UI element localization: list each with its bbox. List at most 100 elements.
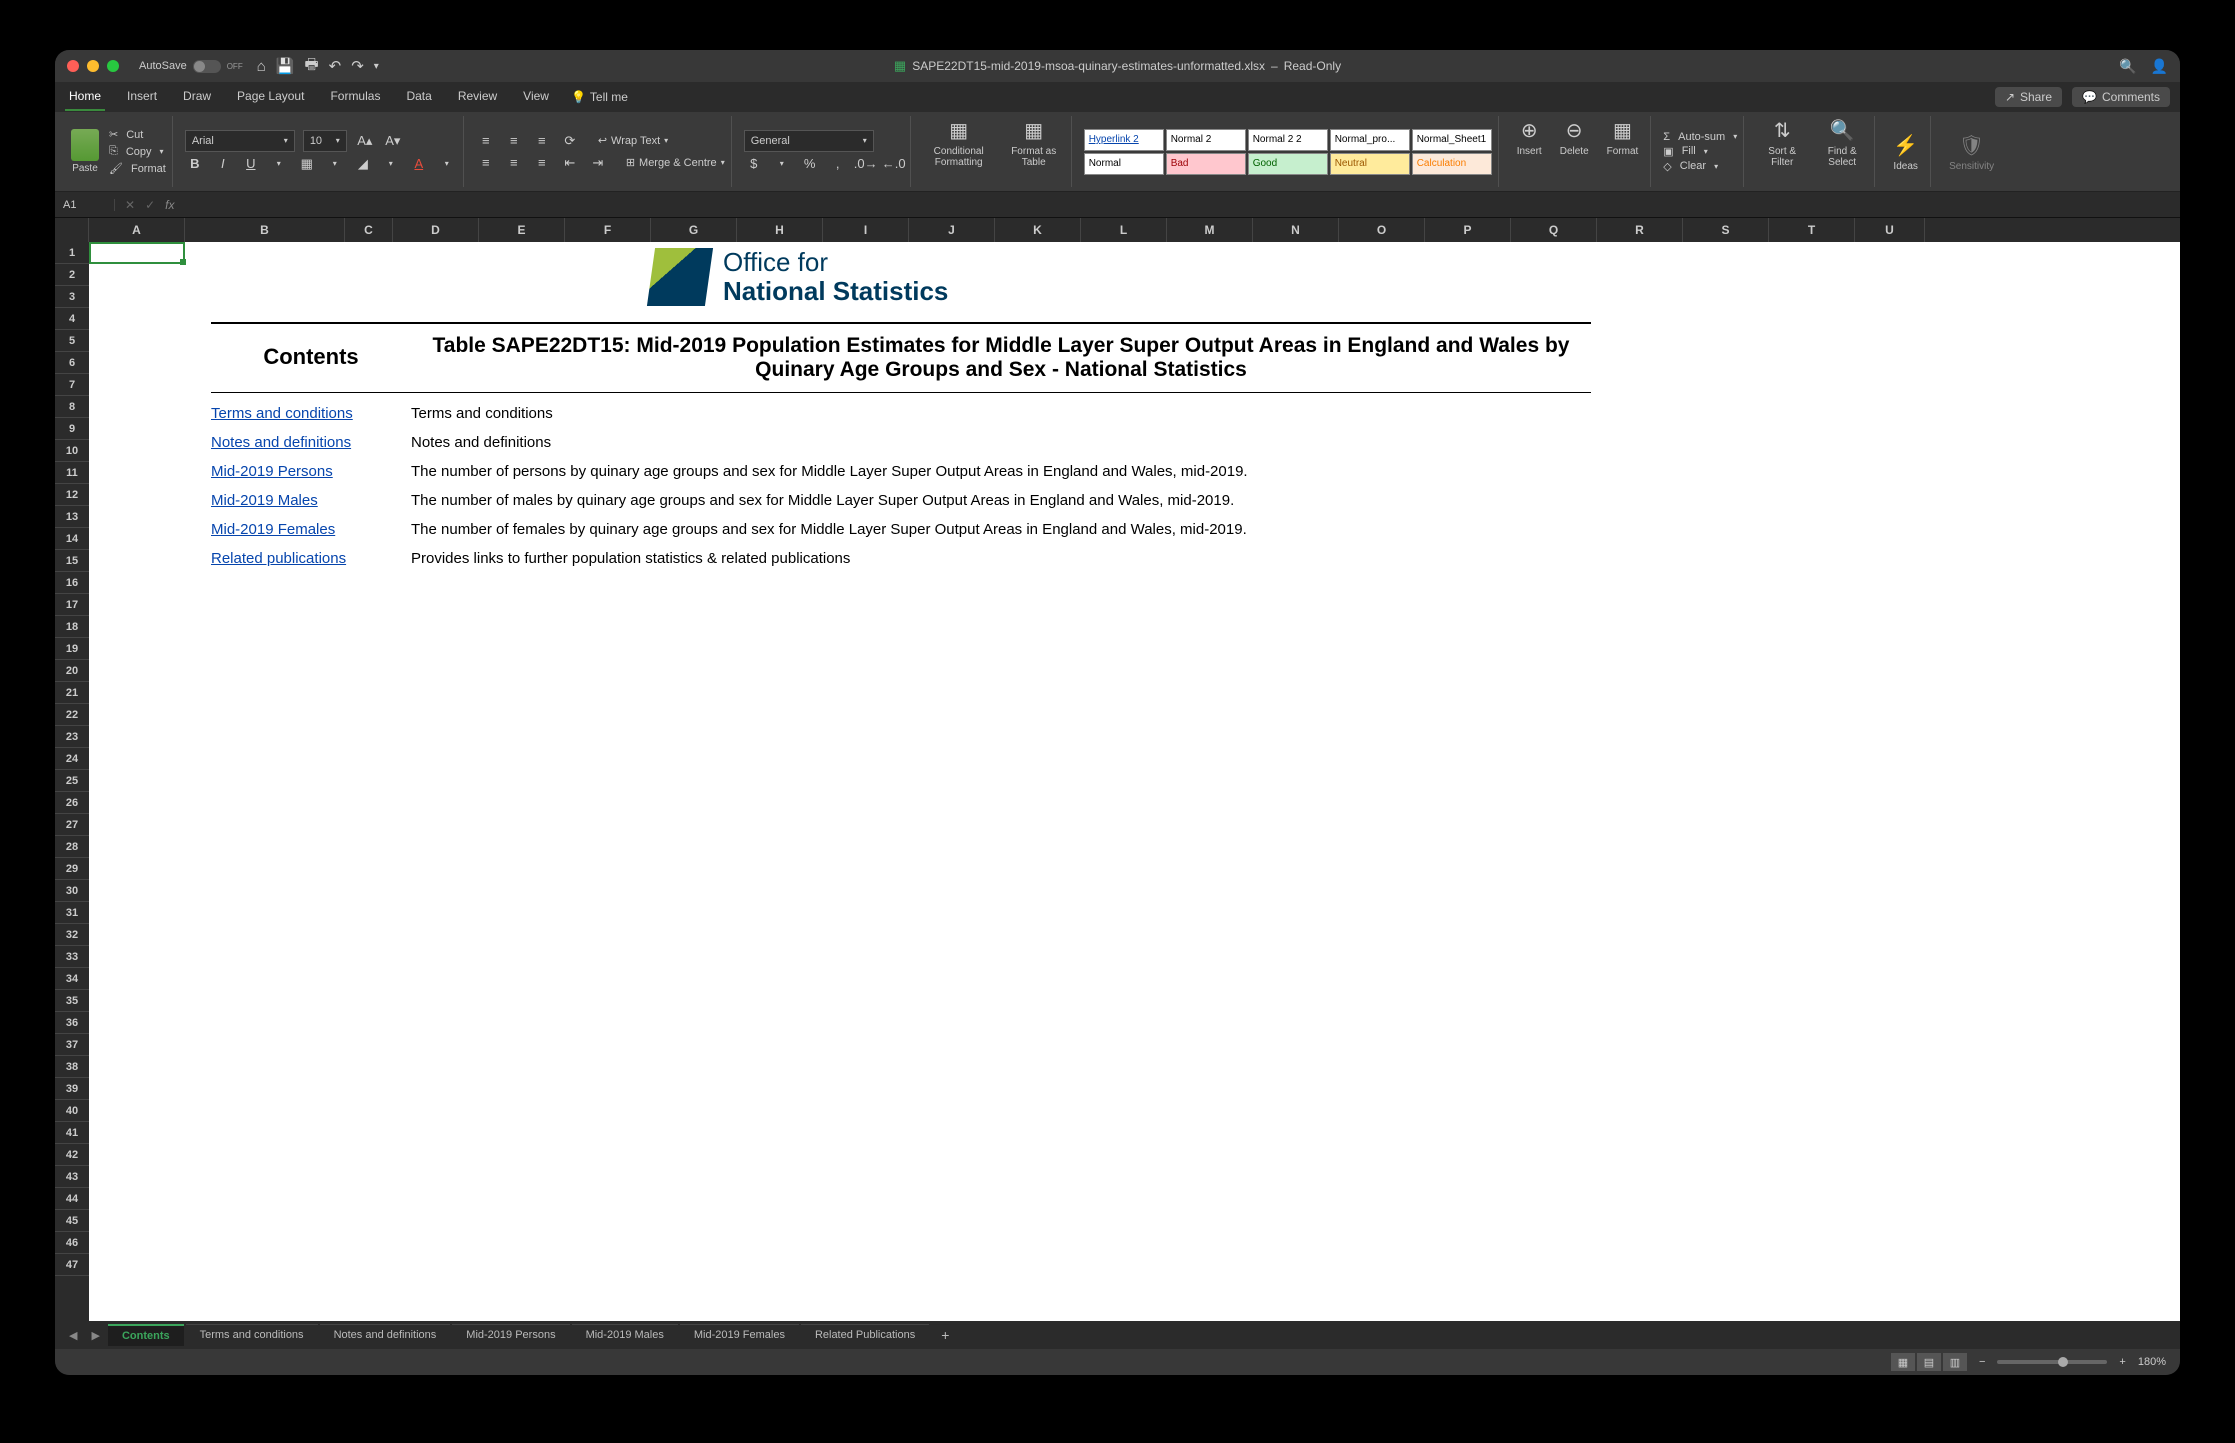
contents-link-mid-2019-persons[interactable]: Mid-2019 Persons xyxy=(211,463,333,480)
row-header-1[interactable]: 1 xyxy=(55,242,89,264)
row-header-44[interactable]: 44 xyxy=(55,1188,89,1210)
row-header-2[interactable]: 2 xyxy=(55,264,89,286)
cell-style-calculation[interactable]: Calculation xyxy=(1412,153,1492,175)
worksheet-grid[interactable]: 1234567891011121314151617181920212223242… xyxy=(55,242,2180,1321)
bold-button[interactable]: B xyxy=(185,154,205,174)
align-center-button[interactable]: ≡ xyxy=(504,153,524,173)
insert-cells-button[interactable]: ⊕Insert xyxy=(1511,116,1548,187)
page-break-view-button[interactable]: ▥ xyxy=(1943,1353,1967,1371)
row-header-41[interactable]: 41 xyxy=(55,1122,89,1144)
cell-style-normal-2[interactable]: Normal 2 xyxy=(1166,129,1246,151)
comma-button[interactable]: , xyxy=(828,154,848,174)
contents-link-mid-2019-females[interactable]: Mid-2019 Females xyxy=(211,521,335,538)
autosave-toggle[interactable]: AutoSave OFF xyxy=(139,60,243,73)
zoom-slider[interactable] xyxy=(1997,1360,2107,1364)
row-header-45[interactable]: 45 xyxy=(55,1210,89,1232)
row-header-17[interactable]: 17 xyxy=(55,594,89,616)
decrease-indent-button[interactable]: ⇤ xyxy=(560,153,580,173)
zoom-out-button[interactable]: − xyxy=(1979,1356,1985,1368)
cell-style-neutral[interactable]: Neutral xyxy=(1330,153,1410,175)
decrease-font-button[interactable]: A▾ xyxy=(383,131,403,151)
column-header-S[interactable]: S xyxy=(1683,218,1769,242)
ribbon-tab-formulas[interactable]: Formulas xyxy=(326,83,384,111)
column-header-I[interactable]: I xyxy=(823,218,909,242)
zoom-level[interactable]: 180% xyxy=(2138,1356,2166,1368)
copy-button[interactable]: ⎘Copy▾ xyxy=(109,145,166,158)
row-header-15[interactable]: 15 xyxy=(55,550,89,572)
row-header-26[interactable]: 26 xyxy=(55,792,89,814)
format-cells-button[interactable]: ▦Format xyxy=(1601,116,1645,187)
row-header-12[interactable]: 12 xyxy=(55,484,89,506)
row-header-28[interactable]: 28 xyxy=(55,836,89,858)
percent-button[interactable]: % xyxy=(800,154,820,174)
cancel-formula-icon[interactable]: ✕ xyxy=(125,198,135,212)
add-sheet-button[interactable]: + xyxy=(931,1327,959,1343)
row-header-25[interactable]: 25 xyxy=(55,770,89,792)
column-header-R[interactable]: R xyxy=(1597,218,1683,242)
column-header-J[interactable]: J xyxy=(909,218,995,242)
row-header-36[interactable]: 36 xyxy=(55,1012,89,1034)
row-header-35[interactable]: 35 xyxy=(55,990,89,1012)
row-header-19[interactable]: 19 xyxy=(55,638,89,660)
row-header-46[interactable]: 46 xyxy=(55,1232,89,1254)
sheet-tab-mid-2019-males[interactable]: Mid-2019 Males xyxy=(572,1324,678,1346)
sheet-tab-notes-and-definitions[interactable]: Notes and definitions xyxy=(320,1324,451,1346)
align-top-button[interactable]: ≡ xyxy=(476,131,496,151)
autosum-button[interactable]: ΣAuto-sum▾ xyxy=(1663,131,1737,143)
sheet-nav-next-button[interactable]: ▶ xyxy=(85,1329,105,1342)
ideas-button[interactable]: ⚡Ideas xyxy=(1887,131,1924,172)
paste-button[interactable]: Paste xyxy=(67,125,103,178)
undo-icon[interactable]: ↶ xyxy=(329,57,342,75)
ribbon-tab-insert[interactable]: Insert xyxy=(123,83,161,111)
row-header-18[interactable]: 18 xyxy=(55,616,89,638)
row-header-42[interactable]: 42 xyxy=(55,1144,89,1166)
save-icon[interactable]: 💾 xyxy=(276,57,295,75)
column-header-G[interactable]: G xyxy=(651,218,737,242)
user-account-icon[interactable]: 👤 xyxy=(2151,58,2168,75)
column-header-T[interactable]: T xyxy=(1769,218,1855,242)
chevron-down-icon[interactable]: ▾ xyxy=(437,154,457,174)
share-button[interactable]: ↗ Share xyxy=(1995,87,2062,107)
column-header-A[interactable]: A xyxy=(89,218,185,242)
row-header-47[interactable]: 47 xyxy=(55,1254,89,1276)
print-icon[interactable]: 🖶 xyxy=(304,54,318,79)
contents-link-mid-2019-males[interactable]: Mid-2019 Males xyxy=(211,492,318,509)
sheet-nav-prev-button[interactable]: ◀ xyxy=(63,1329,83,1342)
row-header-20[interactable]: 20 xyxy=(55,660,89,682)
tell-me-button[interactable]: 💡 Tell me xyxy=(571,90,628,104)
normal-view-button[interactable]: ▦ xyxy=(1891,1353,1915,1371)
wrap-text-button[interactable]: ↩Wrap Text▾ xyxy=(598,134,668,147)
cell-style-normal-pro-[interactable]: Normal_pro... xyxy=(1330,129,1410,151)
row-header-39[interactable]: 39 xyxy=(55,1078,89,1100)
decrease-decimal-button[interactable]: ←.0 xyxy=(884,154,904,174)
comments-button[interactable]: 💬 Comments xyxy=(2072,87,2170,107)
row-header-34[interactable]: 34 xyxy=(55,968,89,990)
close-window-button[interactable] xyxy=(67,60,79,72)
cut-button[interactable]: ✂Cut xyxy=(109,128,166,141)
name-box[interactable]: A1 xyxy=(55,199,115,211)
cell-style-hyperlink-2[interactable]: Hyperlink 2 xyxy=(1084,129,1164,151)
italic-button[interactable]: I xyxy=(213,154,233,174)
row-header-5[interactable]: 5 xyxy=(55,330,89,352)
align-bottom-button[interactable]: ≡ xyxy=(532,131,552,151)
fx-icon[interactable]: fx xyxy=(165,198,174,212)
row-header-4[interactable]: 4 xyxy=(55,308,89,330)
search-icon[interactable]: 🔍 xyxy=(2119,58,2136,75)
cell-style-normal[interactable]: Normal xyxy=(1084,153,1164,175)
column-header-O[interactable]: O xyxy=(1339,218,1425,242)
sheet-tab-mid-2019-females[interactable]: Mid-2019 Females xyxy=(680,1324,799,1346)
column-header-P[interactable]: P xyxy=(1425,218,1511,242)
clear-button[interactable]: ◇Clear▾ xyxy=(1663,160,1737,173)
confirm-formula-icon[interactable]: ✓ xyxy=(145,198,155,212)
row-header-40[interactable]: 40 xyxy=(55,1100,89,1122)
contents-link-notes-and-definitions[interactable]: Notes and definitions xyxy=(211,434,351,451)
merge-centre-button[interactable]: ⊞Merge & Centre▾ xyxy=(626,156,725,169)
format-painter-button[interactable]: 🖌Format xyxy=(109,162,166,175)
page-layout-view-button[interactable]: ▤ xyxy=(1917,1353,1941,1371)
ribbon-tab-data[interactable]: Data xyxy=(402,83,435,111)
ribbon-tab-view[interactable]: View xyxy=(519,83,553,111)
row-header-31[interactable]: 31 xyxy=(55,902,89,924)
row-header-16[interactable]: 16 xyxy=(55,572,89,594)
row-header-37[interactable]: 37 xyxy=(55,1034,89,1056)
select-all-corner[interactable] xyxy=(55,218,89,242)
